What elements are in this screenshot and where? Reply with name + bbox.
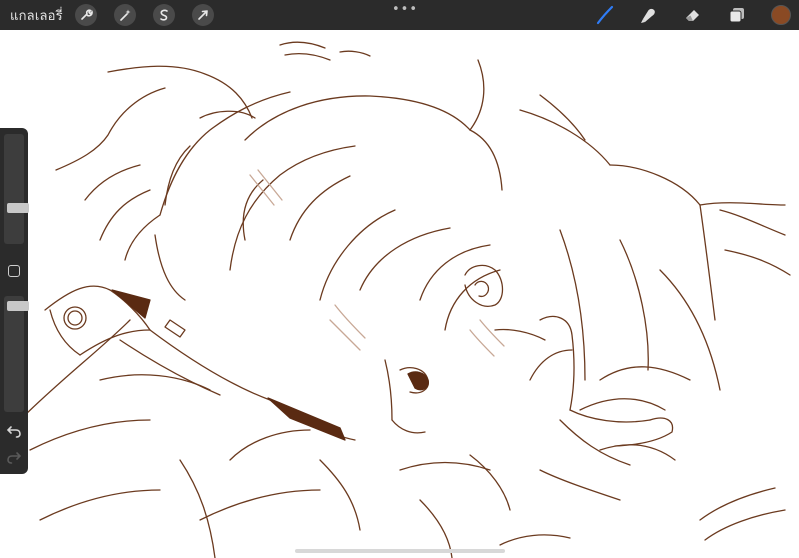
wrench-icon (81, 9, 93, 20)
redo-icon[interactable] (6, 450, 22, 464)
more-options-dots[interactable]: ••• (392, 3, 418, 16)
opacity-slider[interactable] (4, 296, 29, 412)
magic-wand-icon (120, 9, 131, 21)
layers-button[interactable] (725, 3, 749, 27)
undo-icon[interactable] (6, 424, 22, 438)
brush-size-slider[interactable] (4, 134, 29, 244)
actions-button[interactable] (74, 4, 97, 26)
opacity-slider-thumb[interactable] (7, 301, 29, 311)
gallery-button[interactable]: แกลเลอรี่ (10, 5, 63, 26)
color-picker-button[interactable] (771, 5, 791, 25)
transform-button[interactable] (191, 4, 214, 26)
brush-icon (596, 5, 614, 25)
layers-icon (729, 8, 744, 23)
right-tools (573, 0, 799, 30)
smudge-tool-button[interactable] (637, 3, 661, 27)
eraser-tool-button[interactable] (681, 3, 705, 27)
selection-button[interactable] (152, 4, 175, 26)
top-toolbar: แกลเลอรี่ ••• (0, 0, 799, 30)
home-indicator[interactable] (295, 549, 505, 553)
brush-tool-button[interactable] (593, 3, 617, 27)
modifier-button[interactable] (8, 265, 20, 277)
adjustments-button[interactable] (113, 4, 136, 26)
transform-arrow-icon (198, 10, 208, 20)
drawing-canvas[interactable] (0, 0, 799, 558)
left-sidebar (0, 128, 29, 474)
line-art (19, 41, 791, 558)
selection-icon (160, 9, 168, 21)
smudge-icon (641, 8, 655, 23)
eraser-icon (686, 10, 699, 21)
brush-size-slider-thumb[interactable] (7, 203, 29, 213)
